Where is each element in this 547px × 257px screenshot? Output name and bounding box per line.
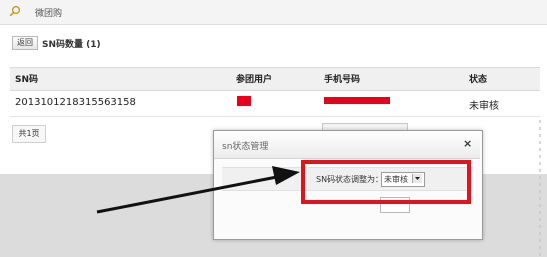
page-edge-decoration xyxy=(539,120,541,257)
annotation-arrow-icon xyxy=(96,166,300,214)
